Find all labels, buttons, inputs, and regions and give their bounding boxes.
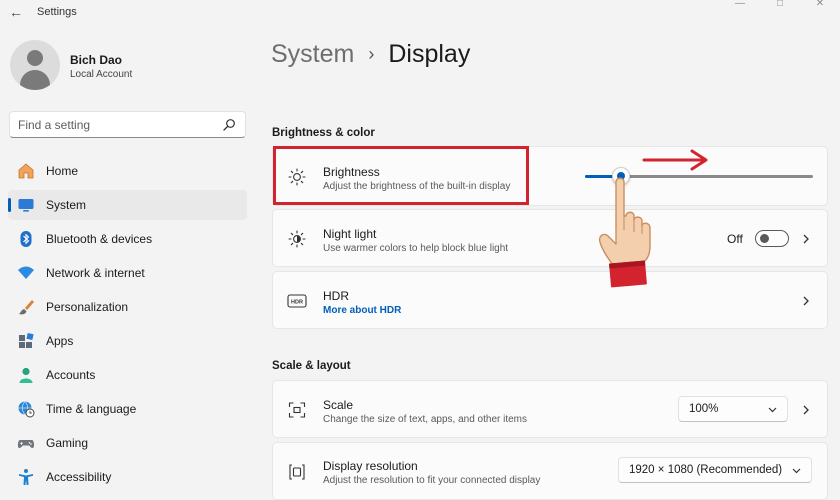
chevron-right-icon[interactable]: [801, 296, 811, 306]
sidebar-item-label: Apps: [46, 334, 74, 348]
hdr-link[interactable]: More about HDR: [323, 305, 401, 316]
minimize-button[interactable]: —: [720, 0, 760, 14]
app-title: Settings: [37, 6, 77, 18]
account-type: Local Account: [70, 69, 133, 80]
gamepad-icon: [17, 434, 35, 452]
sidebar-item-bluetooth[interactable]: Bluetooth & devices: [8, 224, 247, 254]
chevron-right-icon[interactable]: [801, 234, 811, 244]
sidebar-item-label: Network & internet: [46, 266, 145, 280]
avatar[interactable]: [10, 40, 60, 90]
scale-subtitle: Change the size of text, apps, and other…: [323, 414, 528, 425]
pointing-hand-icon: [598, 177, 651, 288]
apps-icon: [17, 332, 35, 350]
sidebar-nav: Home System Bluetooth & devices Network …: [8, 156, 247, 496]
sidebar-item-system[interactable]: System: [8, 190, 247, 220]
night-light-subtitle: Use warmer colors to help block blue lig…: [323, 243, 509, 254]
arrow-right-icon: [642, 149, 708, 171]
window-controls: — □ ✕: [720, 0, 840, 14]
sidebar-item-accessibility[interactable]: Accessibility: [8, 462, 247, 492]
maximize-button[interactable]: □: [760, 0, 800, 14]
sidebar-item-personalization[interactable]: Personalization: [8, 292, 247, 322]
toggle-knob: [760, 234, 769, 243]
sidebar-item-apps[interactable]: Apps: [8, 326, 247, 356]
night-light-card[interactable]: Night light Use warmer colors to help bl…: [272, 209, 828, 267]
title-bar: ← Settings — □ ✕: [0, 0, 840, 26]
chevron-down-icon: [792, 468, 801, 474]
scale-dropdown[interactable]: 100%: [678, 396, 788, 422]
sidebar-item-gaming[interactable]: Gaming: [8, 428, 247, 458]
scale-title: Scale: [323, 398, 354, 412]
resolution-title: Display resolution: [323, 459, 418, 473]
svg-text:HDR: HDR: [291, 300, 303, 306]
wifi-icon: [17, 264, 35, 282]
home-icon: [17, 162, 35, 180]
sidebar-item-accounts[interactable]: Accounts: [8, 360, 247, 390]
breadcrumb-parent[interactable]: System: [271, 40, 354, 69]
hdr-card[interactable]: HDR HDR More about HDR: [272, 271, 828, 329]
sidebar-item-label: Gaming: [46, 436, 89, 450]
chevron-right-icon[interactable]: [801, 405, 811, 415]
avatar-body: [20, 70, 50, 90]
sidebar-item-label: System: [46, 198, 87, 212]
sidebar-item-label: Time & language: [46, 402, 137, 416]
close-button[interactable]: ✕: [800, 0, 840, 14]
active-indicator: [8, 198, 11, 212]
search-box[interactable]: [9, 111, 246, 138]
highlight-box: [273, 146, 529, 205]
search-input[interactable]: [18, 117, 218, 133]
avatar-head: [27, 50, 43, 66]
breadcrumb-separator: ›: [368, 44, 375, 64]
sidebar-item-label: Personalization: [46, 300, 129, 314]
back-button[interactable]: ←: [6, 3, 26, 21]
section-title-brightness-color: Brightness & color: [272, 127, 375, 139]
night-light-title: Night light: [323, 227, 377, 241]
resolution-value: 1920 × 1080 (Recommended): [629, 464, 783, 476]
section-title-scale-layout: Scale & layout: [272, 360, 351, 372]
breadcrumb: System › Display: [271, 40, 470, 69]
sidebar-item-label: Bluetooth & devices: [46, 232, 153, 246]
accessibility-icon: [17, 468, 35, 486]
resolution-dropdown[interactable]: 1920 × 1080 (Recommended): [618, 457, 812, 483]
page-title: Display: [388, 40, 471, 68]
scale-value: 100%: [689, 403, 719, 415]
hdr-icon: HDR: [287, 291, 307, 311]
resolution-subtitle: Adjust the resolution to fit your connec…: [323, 475, 541, 486]
search-icon[interactable]: [222, 118, 236, 132]
night-light-icon: [287, 229, 307, 249]
chevron-down-icon: [768, 407, 777, 413]
globe-clock-icon: [17, 400, 35, 418]
night-light-toggle[interactable]: [755, 230, 789, 247]
sidebar-item-network[interactable]: Network & internet: [8, 258, 247, 288]
bluetooth-icon: [17, 230, 35, 248]
scale-icon: [287, 400, 307, 420]
system-icon: [17, 196, 35, 214]
person-icon: [17, 366, 35, 384]
sidebar-item-label: Home: [46, 164, 79, 178]
brush-icon: [17, 298, 35, 316]
sidebar-item-label: Accessibility: [46, 470, 112, 484]
night-light-state: Off: [727, 232, 743, 246]
hdr-title: HDR: [323, 289, 349, 303]
resolution-icon: [287, 462, 307, 482]
sidebar-item-label: Accounts: [46, 368, 96, 382]
user-name: Bich Dao: [70, 53, 123, 67]
sidebar-item-home[interactable]: Home: [8, 156, 247, 186]
sidebar-item-time-language[interactable]: Time & language: [8, 394, 247, 424]
